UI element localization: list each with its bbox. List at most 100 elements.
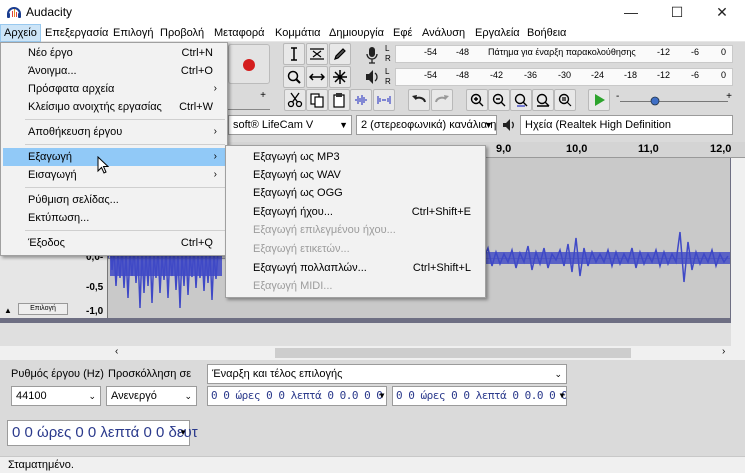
- menu-item-recent-files[interactable]: Πρόσφατα αρχεία ›: [3, 80, 225, 98]
- zoom-out-button[interactable]: [488, 89, 510, 111]
- menu-item-export-wav[interactable]: Εξαγωγή ως WAV: [228, 166, 483, 184]
- menu-transport[interactable]: Μεταφορά: [211, 24, 267, 42]
- output-device-select[interactable]: Ηχεία (Realtek High Definition: [520, 115, 733, 135]
- draw-tool-button[interactable]: [329, 43, 351, 65]
- microphone-icon[interactable]: [364, 46, 380, 64]
- menu-item-export-multiple[interactable]: Εξαγωγή πολλαπλών... Ctrl+Shift+L: [228, 259, 483, 277]
- zoom-in-button[interactable]: [466, 89, 488, 111]
- menu-select[interactable]: Επιλογή: [110, 24, 156, 42]
- menu-item-export-selected[interactable]: Εξαγωγή επιλεγμένου ήχου...: [228, 221, 483, 239]
- menu-item-close[interactable]: Κλείσιμο ανοιχτής εργασίας Ctrl+W: [3, 98, 225, 116]
- timeshift-tool-button[interactable]: [306, 66, 328, 88]
- menu-tools[interactable]: Εργαλεία: [472, 24, 523, 42]
- play-meter-tick: -18: [624, 70, 638, 80]
- i-beam-icon: [291, 47, 297, 61]
- chevron-down-icon: ▼: [339, 120, 348, 130]
- minimize-button[interactable]: —: [608, 0, 654, 24]
- channels-select[interactable]: 2 (στερεοφωνικά) κανάλια η ▼: [356, 115, 497, 135]
- menu-item-export[interactable]: Εξαγωγή ›: [3, 148, 225, 166]
- play-green-icon: [595, 94, 605, 106]
- speaker-icon[interactable]: [364, 68, 380, 86]
- menu-item-save-project[interactable]: Αποθήκευση έργου ›: [3, 123, 225, 141]
- menu-item-import[interactable]: Εισαγωγή ›: [3, 166, 225, 184]
- zoom-toggle-button[interactable]: [554, 89, 576, 111]
- play-meter-tick: -48: [456, 70, 470, 80]
- menu-item-page-setup[interactable]: Ρύθμιση σελίδας...: [3, 191, 225, 209]
- multi-tool-button[interactable]: [329, 66, 351, 88]
- snap-to-select[interactable]: Ανενεργό ⌄: [106, 386, 197, 406]
- clipboard-icon: [333, 93, 345, 108]
- close-button[interactable]: ✕: [699, 0, 745, 24]
- slider-knob-icon[interactable]: [650, 96, 660, 106]
- fit-selection-button[interactable]: [510, 89, 532, 111]
- menu-item-label: Εξαγωγή ως MP3: [253, 151, 340, 163]
- asterisk-icon: [333, 70, 347, 84]
- undo-button[interactable]: [408, 89, 430, 111]
- volume-slider-partial[interactable]: +: [228, 88, 270, 110]
- cut-button[interactable]: [284, 89, 306, 111]
- menu-item-open[interactable]: Άνοιγμα... Ctrl+O: [3, 62, 225, 80]
- silence-audio-icon: [377, 96, 391, 104]
- selection-end-value: 0 0 ώρες 0 0 λεπτά 0 0.0 0 0 δευτ: [396, 389, 567, 402]
- trim-button[interactable]: [350, 89, 372, 111]
- selection-end-time[interactable]: 0 0 ώρες 0 0 λεπτά 0 0.0 0 0 δευτ ▼: [392, 386, 567, 406]
- menu-item-export-labels[interactable]: Εξαγωγή ετικετών...: [228, 240, 483, 258]
- scroll-left-icon[interactable]: ‹: [115, 346, 118, 357]
- menu-item-export-mp3[interactable]: Εξαγωγή ως MP3: [228, 148, 483, 166]
- maximize-button[interactable]: ☐: [654, 0, 700, 24]
- menu-item-export-midi[interactable]: Εξαγωγή MIDI...: [228, 277, 483, 295]
- zoom-out-icon: [492, 93, 506, 107]
- menu-item-print[interactable]: Εκτύπωση...: [3, 209, 225, 227]
- menu-item-label: Εξαγωγή ήχου...: [253, 206, 333, 218]
- chevron-down-icon: ▼: [559, 391, 565, 400]
- menu-item-export-audio[interactable]: Εξαγωγή ήχου... Ctrl+Shift+E: [228, 203, 483, 221]
- horizontal-scrollbar[interactable]: ‹ ›: [0, 346, 745, 360]
- chevron-down-icon: ⌄: [554, 369, 562, 379]
- selection-tool-button[interactable]: [283, 43, 305, 65]
- menu-tracks[interactable]: Κομμάτια: [272, 24, 324, 42]
- menu-file[interactable]: Αρχείο: [0, 24, 41, 42]
- menu-generate[interactable]: Δημιουργία: [326, 24, 387, 42]
- envelope-tool-button[interactable]: [306, 43, 328, 65]
- menu-item-label: Εξαγωγή ως OGG: [253, 187, 343, 199]
- menu-help[interactable]: Βοήθεια: [524, 24, 569, 42]
- vertical-scrollbar[interactable]: [731, 158, 745, 346]
- horizontal-scroll-thumb[interactable]: [275, 348, 631, 358]
- menu-item-new-project[interactable]: Νέο έργο Ctrl+N: [3, 44, 225, 62]
- input-device-select[interactable]: soft® LifeCam V ▼: [228, 115, 352, 135]
- paste-button[interactable]: [328, 89, 350, 111]
- audio-position-display[interactable]: 0 0 ώρες 0 0 λεπτά 0 0 δευτ ▼: [7, 420, 198, 446]
- menu-item-export-ogg[interactable]: Εξαγωγή ως OGG: [228, 184, 483, 202]
- zoom-toggle-icon: [558, 93, 572, 107]
- record-button[interactable]: [228, 44, 270, 84]
- menu-separator: [25, 144, 225, 145]
- menu-item-label: Έξοδος: [28, 237, 65, 249]
- redo-button[interactable]: [431, 89, 453, 111]
- submenu-arrow-icon: ›: [213, 169, 217, 180]
- menu-view[interactable]: Προβολή: [157, 24, 207, 42]
- menu-edit[interactable]: Επεξεργασία: [42, 24, 111, 42]
- rec-meter-monitor-label[interactable]: Πάτημα για έναρξη παρακολούθησης: [488, 47, 636, 61]
- menu-item-exit[interactable]: Έξοδος Ctrl+Q: [3, 234, 225, 252]
- zoom-tool-button[interactable]: [283, 66, 305, 88]
- track-select-button[interactable]: Επιλογή: [18, 303, 68, 315]
- fit-project-button[interactable]: [532, 89, 554, 111]
- menu-item-shortcut: Ctrl+Shift+L: [412, 262, 471, 274]
- play-speed-slider[interactable]: - +: [616, 91, 732, 109]
- menu-separator: [25, 230, 225, 231]
- menu-effect[interactable]: Εφέ: [390, 24, 415, 42]
- menu-item-label: Ρύθμιση σελίδας...: [28, 194, 119, 206]
- menu-item-shortcut: Ctrl+N: [181, 47, 213, 59]
- project-rate-combo[interactable]: 44100 ⌄: [11, 386, 101, 406]
- menu-item-shortcut: Ctrl+Shift+E: [411, 206, 471, 218]
- menu-analyze[interactable]: Ανάλυση: [419, 24, 468, 42]
- selection-start-time[interactable]: 0 0 ώρες 0 0 λεπτά 0 0.0 0 0 δευτ ▼: [207, 386, 387, 406]
- play-at-speed-button[interactable]: [588, 89, 610, 111]
- input-device-value: soft® LifeCam V: [233, 119, 314, 131]
- rec-meter-left-channel: L: [385, 44, 390, 53]
- silence-button[interactable]: [373, 89, 395, 111]
- copy-button[interactable]: [306, 89, 328, 111]
- selection-mode-select[interactable]: Έναρξη και τέλος επιλογής ⌄: [207, 364, 567, 384]
- scroll-right-icon[interactable]: ›: [722, 346, 725, 357]
- collapse-arrow-icon[interactable]: ▲: [4, 306, 12, 315]
